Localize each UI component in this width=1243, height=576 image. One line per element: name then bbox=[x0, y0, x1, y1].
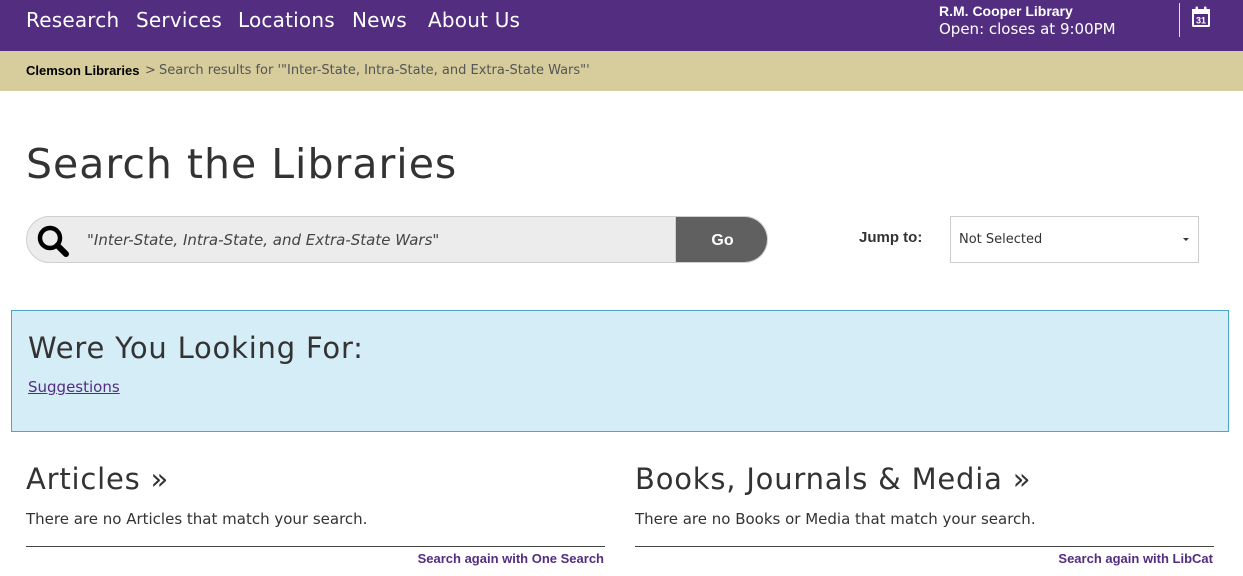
library-name-link[interactable]: R.M. Cooper Library bbox=[939, 3, 1073, 19]
search-again-libcat-link[interactable]: Search again with LibCat bbox=[1058, 551, 1213, 566]
breadcrumb: Clemson Libraries > Search results for '… bbox=[0, 51, 1243, 91]
books-divider bbox=[635, 546, 1214, 547]
go-button[interactable]: Go bbox=[676, 217, 767, 262]
nav-item-about-us[interactable]: About Us bbox=[428, 8, 520, 32]
books-empty-message: There are no Books or Media that match y… bbox=[635, 510, 1036, 528]
jump-to-select[interactable]: Not Selected bbox=[950, 216, 1199, 263]
suggestions-link[interactable]: Suggestions bbox=[28, 378, 120, 396]
search-again-one-search-link[interactable]: Search again with One Search bbox=[418, 551, 604, 566]
calendar-icon[interactable]: 31 bbox=[1191, 6, 1211, 28]
nav-item-research[interactable]: Research bbox=[26, 8, 119, 32]
suggestions-title: Were You Looking For: bbox=[28, 331, 364, 365]
caret-down-icon bbox=[1183, 238, 1189, 241]
jump-to-selected-value: Not Selected bbox=[959, 232, 1043, 247]
search-form: Go bbox=[26, 216, 768, 263]
search-icon bbox=[36, 224, 70, 258]
books-heading-link[interactable]: Books, Journals & Media » bbox=[635, 462, 1031, 496]
page-title: Search the Libraries bbox=[26, 140, 458, 188]
articles-empty-message: There are no Articles that match your se… bbox=[26, 510, 368, 528]
top-nav: Research Services Locations News About U… bbox=[0, 0, 1243, 51]
suggestions-panel: Were You Looking For: Suggestions bbox=[11, 310, 1229, 432]
articles-divider bbox=[26, 546, 605, 547]
nav-item-news[interactable]: News bbox=[352, 8, 407, 32]
library-hours: Open: closes at 9:00PM bbox=[939, 20, 1116, 38]
search-input[interactable] bbox=[79, 217, 676, 262]
nav-divider bbox=[1179, 3, 1180, 37]
jump-to-label: Jump to: bbox=[859, 229, 923, 246]
calendar-day: 31 bbox=[1196, 16, 1206, 26]
nav-item-services[interactable]: Services bbox=[136, 8, 222, 32]
articles-heading-link[interactable]: Articles » bbox=[26, 462, 169, 496]
breadcrumb-separator: > bbox=[145, 63, 156, 78]
breadcrumb-current: Search results for '"Inter-State, Intra-… bbox=[159, 63, 590, 78]
breadcrumb-home-link[interactable]: Clemson Libraries bbox=[26, 63, 139, 78]
nav-item-locations[interactable]: Locations bbox=[238, 8, 335, 32]
